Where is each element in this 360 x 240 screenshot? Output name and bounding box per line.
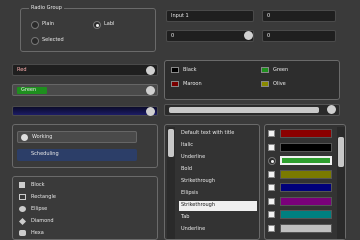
swatch-green-label: Green	[273, 67, 289, 73]
working-icon	[21, 134, 28, 141]
text-list-item-label: Strikethrough	[181, 178, 216, 184]
mid-right-input[interactable]: 0	[262, 30, 336, 42]
color-list-swatch[interactable]	[280, 142, 332, 152]
red-label-field[interactable]: Red	[12, 64, 158, 76]
text-list-scrollbar[interactable]	[167, 127, 175, 239]
text-list-item[interactable]: Italic	[179, 141, 257, 151]
text-list-item[interactable]: Default text with title	[179, 129, 257, 139]
text-list-item-label: Underline	[181, 226, 206, 232]
slider-input-value: 0	[171, 33, 175, 39]
color-list-checkbox[interactable]	[268, 170, 275, 178]
text-list-item-label: Tab	[181, 214, 190, 220]
ellipse-icon	[19, 206, 26, 212]
text-list-item[interactable]: Tab	[179, 213, 257, 223]
color-list-checkbox[interactable]	[268, 143, 275, 151]
text-list-item-label: Bold	[181, 166, 193, 172]
color-list-swatch[interactable]	[280, 223, 332, 233]
color-list-swatch[interactable]	[280, 156, 332, 165]
shapes-list-panel: Block Rectangle Ellipse Diamond Hexa	[12, 176, 158, 240]
shape-item-rectangle-label: Rectangle	[31, 194, 56, 200]
horizontal-scroll-knob[interactable]	[327, 105, 336, 114]
text-list-item-label: Underline	[181, 154, 206, 160]
horizontal-scroll-thumb[interactable]	[169, 107, 319, 113]
radio-group: Radio Group Plain Labl Selected	[20, 5, 156, 52]
color-list-scrollbar[interactable]	[337, 127, 345, 239]
shape-item-diamond[interactable]: Diamond	[17, 217, 97, 227]
mid-right-input-value: 0	[267, 33, 271, 39]
shape-item-hexa[interactable]: Hexa	[17, 229, 97, 239]
color-list-checkbox[interactable]	[268, 184, 275, 191]
text-list-panel: Default text with title Italic Underline…	[164, 124, 260, 240]
text-list-item[interactable]: Bold	[179, 165, 257, 175]
text-input-value: Input 1	[171, 13, 189, 19]
color-list-swatch[interactable]	[280, 210, 332, 219]
radio-labl-label: Labl	[104, 21, 115, 27]
radio-selected-label: Selected	[42, 37, 64, 43]
green-label-text: Green	[21, 87, 37, 93]
swatch-olive-label: Olive	[273, 81, 286, 87]
red-label-text: Red	[17, 67, 27, 73]
rectangle-icon	[19, 194, 26, 200]
shape-item-ellipse[interactable]: Ellipse	[17, 205, 97, 215]
radio-plain-label: Plain	[42, 21, 55, 27]
color-list-checkbox[interactable]	[268, 197, 275, 205]
shape-item-block[interactable]: Block	[17, 181, 97, 191]
toggle-item-working-label: Working	[32, 134, 53, 140]
text-list-item-label: Default text with title	[181, 130, 235, 136]
shape-item-ellipse-label: Ellipse	[31, 206, 48, 212]
text-list-item-label: Ellipsis	[181, 190, 199, 196]
color-list-scroll-thumb[interactable]	[338, 137, 344, 167]
toggle-item-working[interactable]: Working	[17, 131, 137, 143]
color-list-swatch[interactable]	[280, 129, 332, 138]
text-list-item-label: Strikethrough	[181, 202, 216, 208]
color-list-checkbox[interactable]	[268, 224, 275, 232]
text-list-item[interactable]: Strikethrough	[179, 177, 257, 187]
progress-track[interactable]	[12, 106, 158, 116]
shape-item-block-label: Block	[31, 182, 45, 188]
color-list-swatch[interactable]	[280, 169, 332, 179]
color-swatch-panel: Black Green Maroon Olive	[164, 60, 340, 100]
swatch-black-label: Black	[183, 67, 197, 73]
shape-item-diamond-label: Diamond	[31, 218, 54, 224]
swatch-olive[interactable]	[261, 81, 269, 87]
text-list-scroll-thumb[interactable]	[168, 129, 174, 157]
text-list-item-selected[interactable]: Strikethrough	[179, 201, 257, 211]
diamond-icon	[18, 217, 27, 226]
red-label-knob[interactable]	[146, 66, 155, 75]
swatch-black[interactable]	[171, 67, 179, 73]
radio-labl[interactable]	[93, 21, 101, 29]
radio-plain[interactable]	[31, 21, 39, 29]
toggle-item-scheduling[interactable]: Scheduling	[17, 149, 137, 161]
text-list-item[interactable]: Underline	[179, 153, 257, 163]
slider-input[interactable]: 0	[166, 30, 254, 42]
progress-knob[interactable]	[146, 107, 155, 116]
text-list-item[interactable]: Underline	[179, 225, 257, 235]
shape-item-hexa-label: Hexa	[31, 230, 44, 236]
color-list-checkbox[interactable]	[268, 211, 275, 218]
slider-knob[interactable]	[244, 31, 253, 40]
color-list-swatch[interactable]	[280, 196, 332, 206]
swatch-maroon-label: Maroon	[183, 81, 202, 87]
shape-item-rectangle[interactable]: Rectangle	[17, 193, 97, 203]
text-list-item[interactable]: Ellipsis	[179, 189, 257, 199]
color-list-radio[interactable]	[268, 157, 276, 165]
text-list-item-label: Italic	[181, 142, 194, 148]
hexagon-icon	[19, 230, 26, 236]
radio-selected[interactable]	[31, 37, 39, 45]
color-list-checkbox[interactable]	[268, 130, 275, 137]
radio-group-title: Radio Group	[29, 5, 64, 11]
block-icon	[19, 182, 25, 188]
color-list-swatch[interactable]	[280, 183, 332, 192]
toggle-list-panel: Working Scheduling	[12, 124, 158, 168]
swatch-green[interactable]	[261, 67, 269, 73]
text-input[interactable]: Input 1	[166, 10, 254, 22]
top-right-input[interactable]: 0	[262, 10, 336, 22]
green-label-field[interactable]: Green	[12, 84, 158, 96]
horizontal-scrollbar[interactable]	[164, 104, 340, 116]
green-label-knob[interactable]	[146, 86, 155, 95]
top-right-input-value: 0	[267, 13, 271, 19]
toggle-item-scheduling-label: Scheduling	[31, 151, 59, 157]
swatch-maroon[interactable]	[171, 81, 179, 87]
